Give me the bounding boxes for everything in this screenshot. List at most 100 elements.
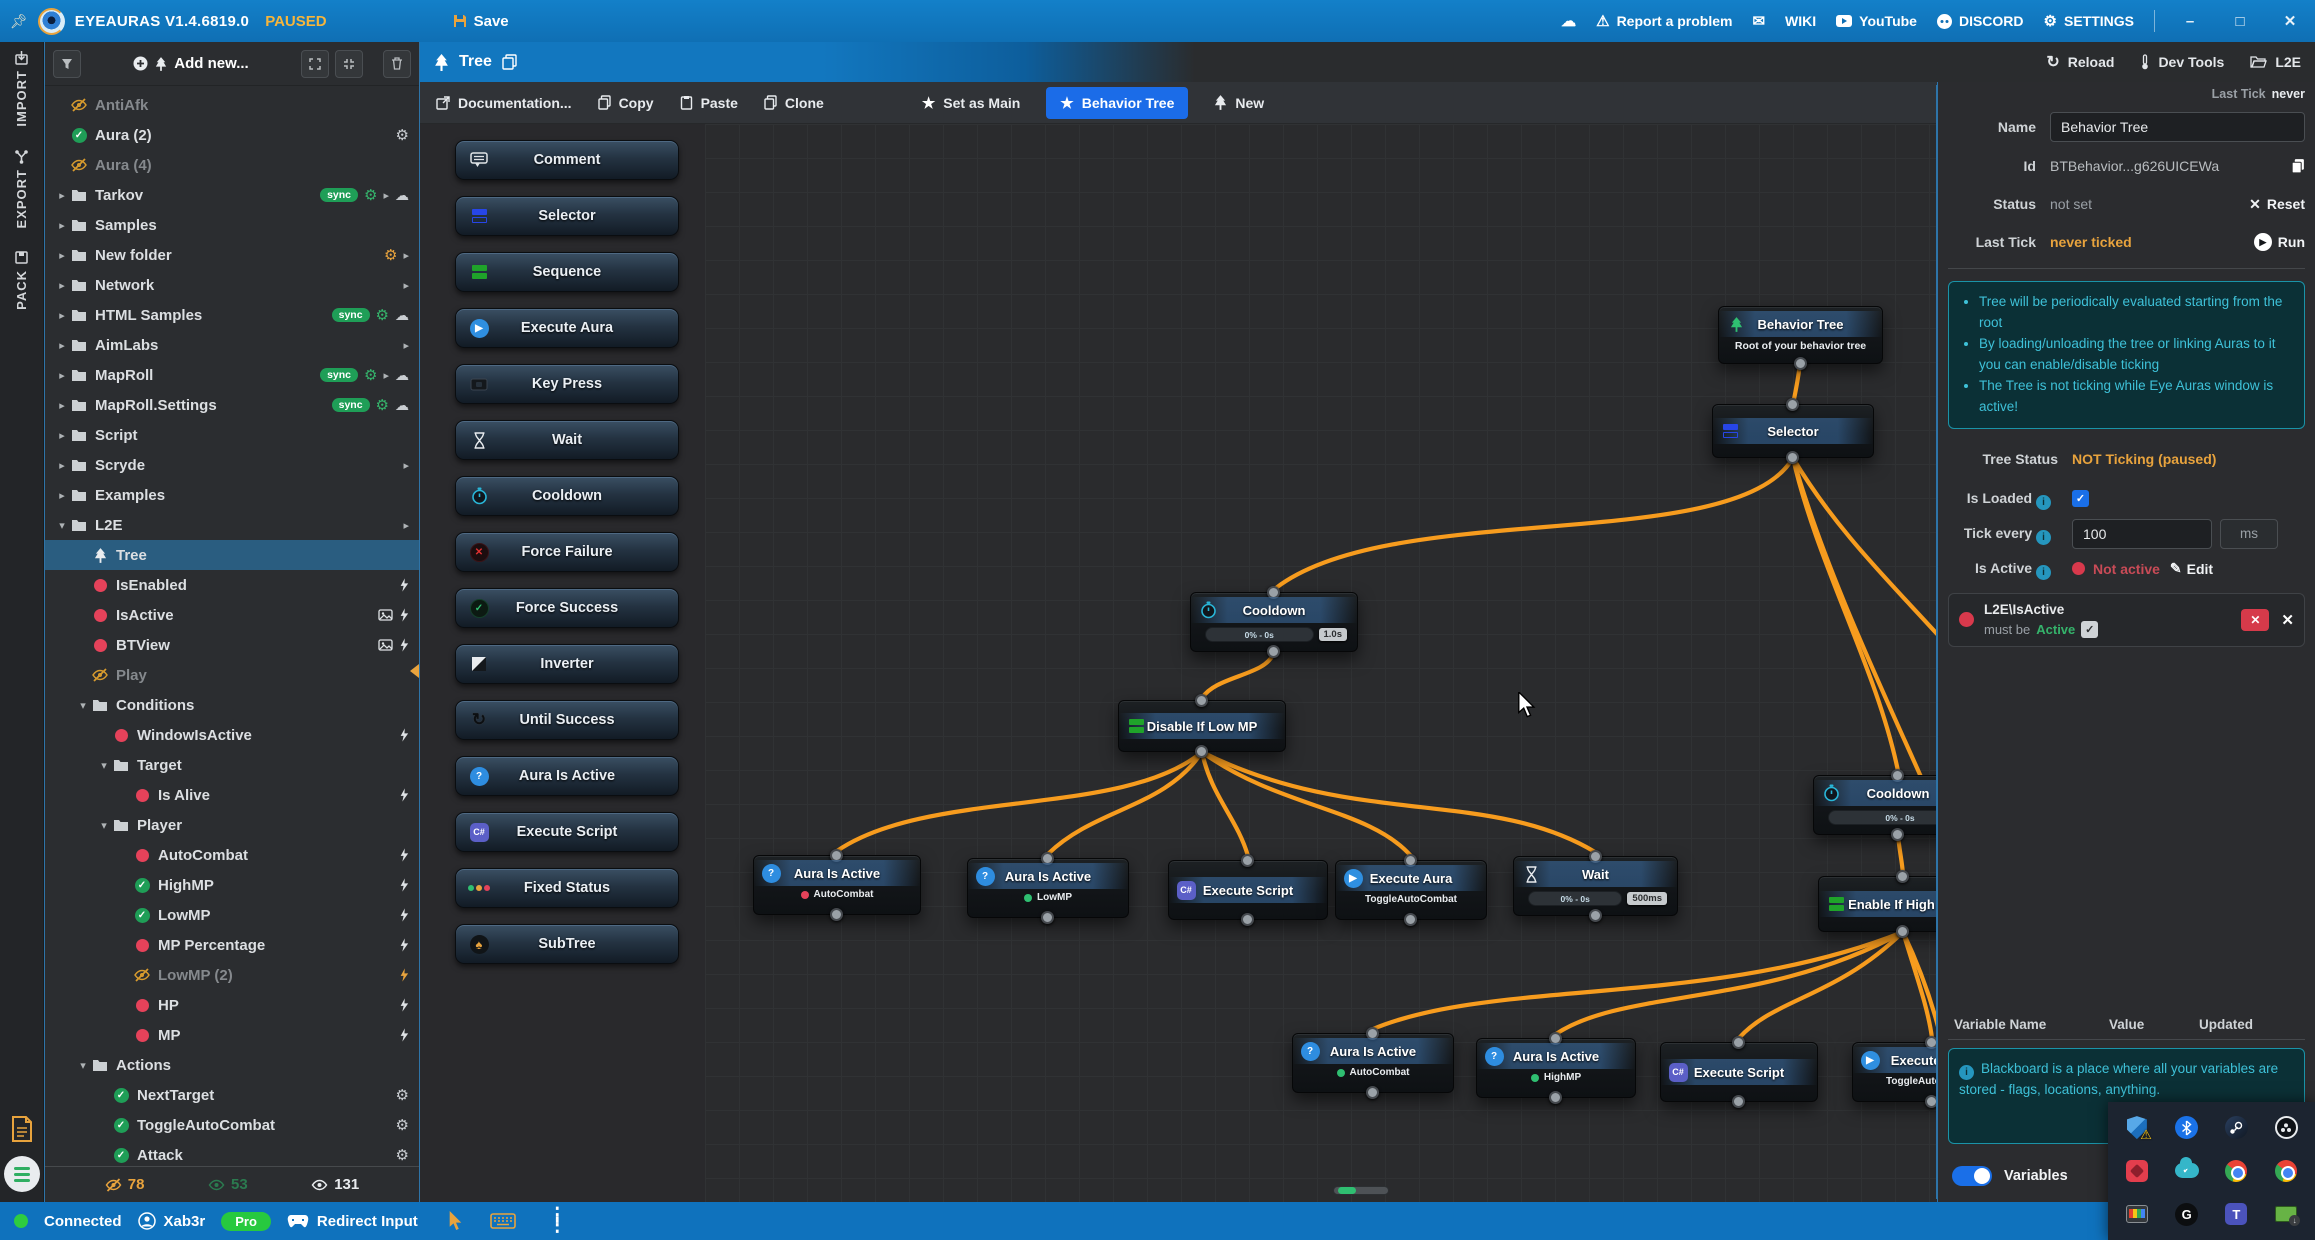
node-disable-if-low-mp[interactable]: Disable If Low MP [1118, 700, 1286, 752]
wiki-button[interactable]: WIKI [1785, 13, 1816, 29]
caret-right-icon[interactable]: ▸ [55, 429, 69, 442]
mail-button[interactable]: ✉︎ [1752, 12, 1765, 30]
sidebar-item-samples[interactable]: ▸Samples [45, 210, 419, 240]
palette-sequence[interactable]: Sequence [455, 252, 679, 292]
sidebar-item-conditions[interactable]: ▾Conditions [45, 690, 419, 720]
caret-right-icon[interactable]: ▸ [55, 489, 69, 502]
gear-icon[interactable]: ⚙︎ [376, 398, 389, 413]
output-port[interactable] [830, 908, 843, 921]
palette-fixed-status[interactable]: Fixed Status [455, 868, 679, 908]
sidebar-item-toggleautocombat[interactable]: ✓ToggleAutoCombat⚙︎ [45, 1110, 419, 1140]
cloud-upload-icon[interactable]: ☁︎ [395, 308, 409, 322]
output-port[interactable] [1896, 925, 1909, 938]
caret-right-icon[interactable]: ▸ [55, 189, 69, 202]
add-new-button[interactable]: Add new... [87, 55, 295, 72]
report-problem-button[interactable]: ⚠︎Report a problem [1596, 12, 1732, 30]
node-aura-is-active-lowmp[interactable]: ?Aura Is ActiveLowMP [967, 858, 1129, 918]
output-port[interactable] [1786, 451, 1799, 464]
caret-right-icon[interactable]: ▸ [55, 219, 69, 232]
sidebar-item-lowmp[interactable]: ✓LowMP [45, 900, 419, 930]
tray-wallpaper-app-icon[interactable] [2124, 1158, 2150, 1184]
sidebar-item-hp[interactable]: HP [45, 990, 419, 1020]
node-cooldown-right[interactable]: Cooldown0% - 0s [1813, 775, 1937, 835]
caret-down-icon[interactable]: ▾ [55, 519, 69, 532]
node-aura-is-active-highmp[interactable]: ?Aura Is ActiveHighMP [1476, 1038, 1636, 1098]
palette-until-success[interactable]: ↻Until Success [455, 700, 679, 740]
node-cooldown[interactable]: Cooldown0% - 0s1.0s [1190, 592, 1358, 652]
copy-id-button[interactable] [2291, 158, 2305, 174]
palette-force-failure[interactable]: ✕Force Failure [455, 532, 679, 572]
save-button[interactable]: Save [453, 13, 509, 30]
output-port[interactable] [1891, 828, 1904, 841]
close-button[interactable]: ✕ [2275, 12, 2305, 30]
sidebar-item-maproll-settings[interactable]: ▸MapRoll.Settingssync⚙︎☁︎ [45, 390, 419, 420]
open-folder-button[interactable]: L2E [2250, 54, 2301, 70]
input-port[interactable] [1732, 1036, 1745, 1049]
output-port[interactable] [1195, 745, 1208, 758]
sidebar-item-is-alive[interactable]: Is Alive [45, 780, 419, 810]
clone-button[interactable]: Clone [764, 95, 824, 111]
caret-down-icon[interactable]: ▾ [97, 759, 111, 772]
settings-button[interactable]: ⚙︎SETTINGS [2044, 12, 2134, 30]
palette-wait[interactable]: Wait [455, 420, 679, 460]
state-checkbox[interactable]: ✓ [2081, 621, 2098, 638]
tray-chrome-2-icon[interactable] [2273, 1158, 2299, 1184]
variables-toggle[interactable] [1952, 1166, 1992, 1186]
youtube-button[interactable]: YouTube [1836, 13, 1917, 29]
palette-selector[interactable]: Selector [455, 196, 679, 236]
caret-right-icon[interactable]: ▸ [55, 339, 69, 352]
output-port[interactable] [1041, 911, 1054, 924]
output-port[interactable] [1732, 1095, 1745, 1108]
filter-button[interactable] [53, 50, 81, 78]
caret-down-icon[interactable]: ▾ [97, 819, 111, 832]
chevron-right-icon[interactable]: ▸ [403, 339, 409, 352]
node-aura-is-active-autocombat-2[interactable]: ?Aura Is ActiveAutoCombat [1292, 1033, 1454, 1093]
cloud-sync-button[interactable]: ☁︎ [1561, 12, 1576, 30]
palette-cooldown[interactable]: Cooldown [455, 476, 679, 516]
gear-icon[interactable]: ⚙︎ [364, 188, 377, 203]
palette-force-success[interactable]: ✓Force Success [455, 588, 679, 628]
tray-logitech-g-icon[interactable]: G [2174, 1201, 2200, 1227]
sidebar-item-new-folder[interactable]: ▸New folder⚙︎▸ [45, 240, 419, 270]
quick-menu-button[interactable] [4, 1156, 40, 1192]
remove-condition-button[interactable]: ✕ [2241, 609, 2269, 631]
behavior-tree-tab[interactable]: ★Behavior Tree [1046, 87, 1188, 119]
info-icon[interactable]: i [2036, 495, 2051, 510]
node-execute-aura-toggle-2[interactable]: ▶Execute AuraToggleAutoCombat [1852, 1042, 1937, 1102]
caret-right-icon[interactable]: ▸ [55, 459, 69, 472]
redirect-input-button[interactable]: Redirect Input [317, 1213, 418, 1230]
palette-execute-script[interactable]: C#Execute Script [455, 812, 679, 852]
output-port[interactable] [1241, 913, 1254, 926]
sidebar-item-lowmp-2-[interactable]: LowMP (2) [45, 960, 419, 990]
more-menu-button[interactable]: ⋮⋮ [548, 1211, 567, 1232]
gear-icon[interactable]: ⚙︎ [384, 248, 397, 263]
documentation-button[interactable]: Documentation... [436, 95, 572, 111]
import-tab[interactable]: IMPORT [14, 50, 29, 127]
tab-tree[interactable]: Tree [420, 42, 1195, 82]
node-execute-script-1[interactable]: C#Execute Script [1168, 860, 1328, 920]
sidebar-item-scryde[interactable]: ▸Scryde▸ [45, 450, 419, 480]
node-aura-is-active-autocombat[interactable]: ?Aura Is ActiveAutoCombat [753, 855, 921, 915]
node-execute-script-2[interactable]: C#Execute Script [1660, 1042, 1818, 1102]
expand-all-button[interactable] [301, 50, 329, 78]
tray-windows-security-icon[interactable]: ⚠︎ [2124, 1115, 2150, 1141]
chevron-right-icon[interactable]: ▸ [403, 459, 409, 472]
caret-right-icon[interactable]: ▸ [55, 279, 69, 292]
output-port[interactable] [1267, 645, 1280, 658]
chevron-right-icon[interactable]: ▸ [403, 249, 409, 262]
output-port[interactable] [1925, 1095, 1937, 1108]
output-port[interactable] [1549, 1091, 1562, 1104]
sidebar-item-aura-2-[interactable]: ✓Aura (2)⚙︎ [45, 120, 419, 150]
tray-chrome-icon[interactable] [2223, 1158, 2249, 1184]
sidebar-item-tree[interactable]: Tree [45, 540, 419, 570]
dev-tools-button[interactable]: Dev Tools [2140, 54, 2224, 70]
tray-bluetooth-icon[interactable] [2174, 1115, 2200, 1141]
cursor-tracking-icon[interactable] [448, 1211, 464, 1231]
canvas-scrollbar[interactable] [1333, 1186, 1389, 1195]
node-execute-aura-toggle[interactable]: ▶Execute AuraToggleAutoCombat [1335, 860, 1487, 920]
input-port[interactable] [1786, 398, 1799, 411]
node-selector[interactable]: Selector [1712, 404, 1874, 458]
sidebar-item-antiafk[interactable]: AntiAfk [45, 90, 419, 120]
sidebar-item-btview[interactable]: BTView [45, 630, 419, 660]
caret-right-icon[interactable]: ▸ [55, 249, 69, 262]
